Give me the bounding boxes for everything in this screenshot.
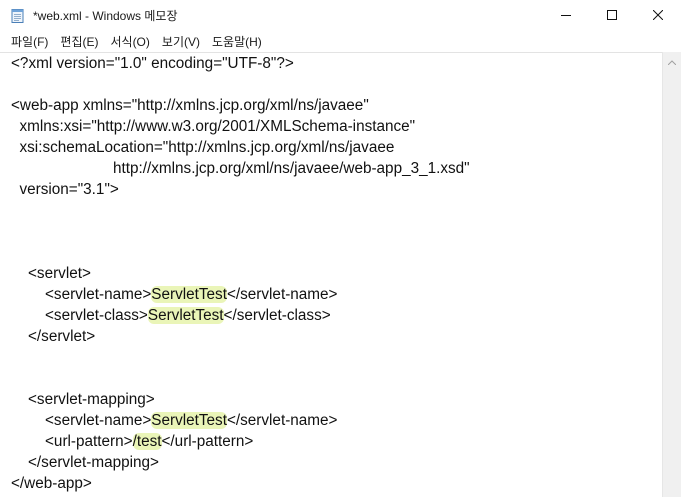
title-bar[interactable]: *web.xml - Windows 메모장 xyxy=(0,0,681,32)
notepad-icon xyxy=(10,8,26,24)
code-line: version="3.1"> xyxy=(11,179,470,200)
code-text: </url-pattern> xyxy=(161,433,254,450)
code-text: <web-app xmlns="http://xmlns.jcp.org/xml… xyxy=(11,97,369,114)
code-text: <url-pattern> xyxy=(11,433,133,450)
code-text: <servlet-name> xyxy=(11,412,152,429)
close-icon xyxy=(652,7,664,25)
menu-view[interactable]: 보기(V) xyxy=(156,32,206,52)
code-line: <?xml version="1.0" encoding="UTF-8"?> xyxy=(11,53,470,74)
highlighted-text: ServletTest xyxy=(151,412,227,429)
code-line: <servlet-class>ServletTest</servlet-clas… xyxy=(11,305,470,326)
menu-file[interactable]: 파일(F) xyxy=(5,32,54,52)
code-line: <url-pattern>/test</url-pattern> xyxy=(11,431,470,452)
code-text: </web-app> xyxy=(11,475,92,492)
minimize-button[interactable] xyxy=(543,0,589,32)
code-text: </servlet-mapping> xyxy=(11,454,159,471)
highlighted-text: ServletTest xyxy=(147,307,224,324)
maximize-icon xyxy=(607,7,617,25)
code-text: <servlet-name> xyxy=(11,286,152,303)
code-text: xmlns:xsi="http://www.w3.org/2001/XMLSch… xyxy=(11,118,416,135)
code-line: <servlet-name>ServletTest</servlet-name> xyxy=(11,410,470,431)
menu-format[interactable]: 서식(O) xyxy=(104,32,155,52)
code-line: http://xmlns.jcp.org/xml/ns/javaee/web-a… xyxy=(11,158,470,179)
code-text: <?xml version="1.0" encoding="UTF-8"?> xyxy=(11,55,294,72)
code-line: </servlet-mapping> xyxy=(11,452,470,473)
code-line: <web-app xmlns="http://xmlns.jcp.org/xml… xyxy=(11,95,470,116)
text-editor[interactable]: <?xml version="1.0" encoding="UTF-8"?> <… xyxy=(0,52,662,497)
menu-bar: 파일(F) 편집(E) 서식(O) 보기(V) 도움말(H) xyxy=(0,32,681,52)
highlighted-text: /test xyxy=(132,433,162,450)
code-text: xsi:schemaLocation="http://xmlns.jcp.org… xyxy=(11,139,395,156)
code-text: </servlet-name> xyxy=(226,286,338,303)
code-text: </servlet-class> xyxy=(223,307,331,324)
code-line: </servlet> xyxy=(11,326,470,347)
code-text: </servlet-name> xyxy=(226,412,338,429)
code-line: xsi:schemaLocation="http://xmlns.jcp.org… xyxy=(11,137,470,158)
code-line: xmlns:xsi="http://www.w3.org/2001/XMLSch… xyxy=(11,116,470,137)
code-line: <servlet-name>ServletTest</servlet-name> xyxy=(11,284,470,305)
highlighted-text: ServletTest xyxy=(151,286,227,303)
code-line: </web-app> xyxy=(11,473,470,494)
close-button[interactable] xyxy=(635,0,681,32)
window-title: *web.xml - Windows 메모장 xyxy=(33,9,178,23)
code-line: <servlet> xyxy=(11,263,470,284)
scroll-up-arrow-icon xyxy=(667,52,677,70)
vertical-scrollbar[interactable] xyxy=(662,52,681,497)
menu-edit[interactable]: 편집(E) xyxy=(54,32,104,52)
notepad-window: *web.xml - Windows 메모장 파일(F) 편집(E) 서식(O)… xyxy=(0,0,681,497)
code-line: <servlet-mapping> xyxy=(11,389,470,410)
code-text: </servlet> xyxy=(11,328,96,345)
document-text[interactable]: <?xml version="1.0" encoding="UTF-8"?> <… xyxy=(11,53,470,494)
code-text: version="3.1"> xyxy=(11,181,119,198)
code-text: <servlet> xyxy=(11,265,91,282)
maximize-button[interactable] xyxy=(589,0,635,32)
menu-help[interactable]: 도움말(H) xyxy=(206,32,268,52)
scroll-up-button[interactable] xyxy=(663,52,681,69)
minimize-icon xyxy=(561,7,571,25)
code-text: <servlet-class> xyxy=(11,307,148,324)
code-text: http://xmlns.jcp.org/xml/ns/javaee/web-a… xyxy=(11,160,470,177)
code-text: <servlet-mapping> xyxy=(11,391,155,408)
